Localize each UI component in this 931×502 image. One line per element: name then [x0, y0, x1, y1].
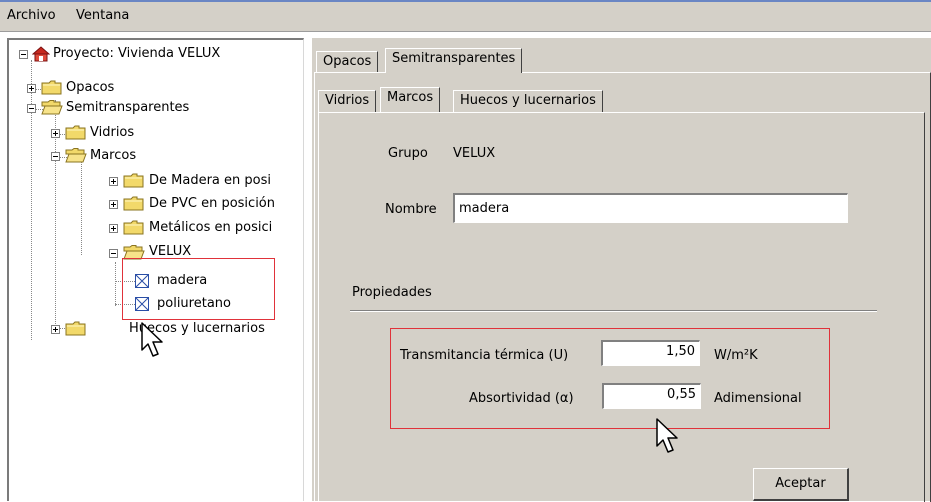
- grupo-label: Grupo: [388, 146, 428, 161]
- collapse-icon[interactable]: [51, 152, 60, 161]
- window-frame-icon: [135, 274, 149, 288]
- expand-icon[interactable]: [51, 325, 60, 334]
- collapse-icon[interactable]: [19, 50, 28, 59]
- properties-panel: Opacos Semitransparentes Vidrios Marcos …: [312, 38, 931, 502]
- tree-label: madera: [157, 273, 208, 288]
- expand-icon[interactable]: [109, 224, 118, 233]
- folder-open-icon: [123, 245, 145, 260]
- expand-icon[interactable]: [109, 177, 118, 186]
- nombre-input[interactable]: madera: [453, 193, 848, 223]
- propiedades-label: Propiedades: [352, 285, 432, 300]
- house-icon: [32, 46, 50, 62]
- project-tree[interactable]: Proyecto: Vivienda VELUX Opacos Semitran…: [7, 38, 304, 501]
- tree-item-huecos[interactable]: Huecos y lucernarios: [9, 321, 299, 339]
- aceptar-button[interactable]: Aceptar: [753, 468, 849, 501]
- tree-item-madera-posicion[interactable]: De Madera en posi: [9, 173, 299, 191]
- tree-label: Semitransparentes: [66, 100, 190, 115]
- menu-bar: Archivo Ventana: [0, 2, 931, 32]
- absortividad-unit: Adimensional: [714, 391, 802, 406]
- folder-icon: [65, 321, 87, 336]
- transmitancia-label: Transmitancia térmica (U): [400, 348, 569, 363]
- tree-item-proyecto[interactable]: Proyecto: Vivienda VELUX: [9, 46, 299, 64]
- tree-label: Huecos y lucernarios: [129, 321, 265, 336]
- tab-semitransparentes[interactable]: Semitransparentes: [385, 48, 523, 73]
- expand-icon[interactable]: [51, 129, 60, 138]
- menu-ventana[interactable]: Ventana: [76, 8, 129, 23]
- tree-label: VELUX: [149, 244, 192, 259]
- tab-opacos[interactable]: Opacos: [316, 51, 379, 73]
- tab-marcos[interactable]: Marcos: [380, 87, 441, 112]
- tree-item-madera[interactable]: madera: [9, 273, 299, 291]
- window-frame-icon: [135, 297, 149, 311]
- expand-icon[interactable]: [27, 84, 36, 93]
- folder-icon: [123, 173, 145, 188]
- tree-label: De Madera en posi: [149, 173, 271, 188]
- tree-label: Marcos: [90, 148, 137, 163]
- tree-label: Metálicos en posici: [149, 220, 273, 235]
- collapse-icon[interactable]: [27, 104, 36, 113]
- folder-icon: [41, 80, 63, 95]
- menu-archivo[interactable]: Archivo: [7, 8, 56, 23]
- tree-item-velux[interactable]: VELUX: [9, 244, 299, 263]
- folder-icon: [123, 196, 145, 211]
- absortividad-input[interactable]: 0,55: [602, 383, 701, 409]
- folder-icon: [65, 125, 87, 140]
- folder-open-icon: [65, 148, 87, 163]
- expand-icon[interactable]: [109, 200, 118, 209]
- folder-open-icon: [41, 100, 63, 115]
- tree-item-opacos[interactable]: Opacos: [9, 80, 299, 98]
- transmitancia-input[interactable]: 1,50: [601, 340, 700, 366]
- section-divider: [350, 310, 877, 312]
- tab-huecos[interactable]: Huecos y lucernarios: [453, 90, 603, 112]
- tree-label: Proyecto: Vivienda VELUX: [53, 46, 221, 61]
- folder-icon: [123, 220, 145, 235]
- nombre-label: Nombre: [385, 202, 437, 217]
- tree-label: De PVC en posición: [149, 196, 275, 211]
- grupo-value: VELUX: [453, 146, 496, 161]
- collapse-icon[interactable]: [109, 249, 118, 258]
- inner-tab-page: [318, 112, 925, 502]
- tree-label: poliuretano: [157, 296, 231, 311]
- tree-item-metalicos-posicion[interactable]: Metálicos en posici: [9, 220, 299, 238]
- transmitancia-unit: W/m²K: [714, 348, 758, 363]
- tree-item-semitransparentes[interactable]: Semitransparentes: [9, 100, 299, 118]
- tree-label: Opacos: [66, 80, 115, 95]
- tree-item-pvc-posicion[interactable]: De PVC en posición: [9, 196, 299, 214]
- tab-vidrios[interactable]: Vidrios: [318, 90, 377, 112]
- absortividad-label: Absortividad (α): [469, 391, 574, 406]
- tree-item-marcos[interactable]: Marcos: [9, 148, 299, 166]
- tree-label: Vidrios: [90, 125, 135, 140]
- tree-item-poliuretano[interactable]: poliuretano: [9, 296, 299, 314]
- tree-item-vidrios[interactable]: Vidrios: [9, 125, 299, 143]
